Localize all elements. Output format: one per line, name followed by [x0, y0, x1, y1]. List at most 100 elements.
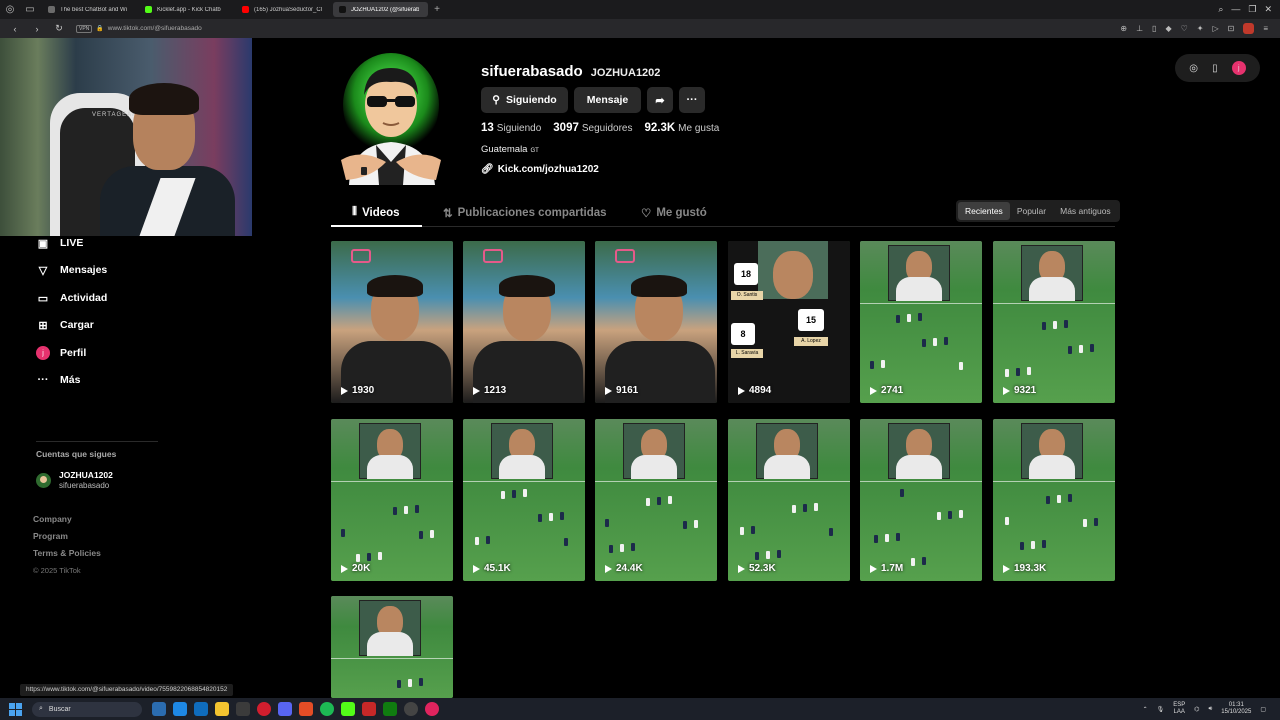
jersey-number: 15	[798, 309, 824, 331]
sidebar-item-messages[interactable]: ▽ Mensajes	[36, 263, 108, 277]
forward-icon[interactable]: ›	[30, 24, 44, 34]
taskview-icon[interactable]	[152, 702, 166, 716]
search-tabs-icon[interactable]: ⌕	[1218, 4, 1223, 15]
video-card[interactable]: 193.3K	[993, 419, 1115, 581]
sidebar-item-label: LIVE	[60, 237, 84, 249]
browser-tab[interactable]: (165) JozhuaSeductor_Cl	[236, 2, 331, 17]
opera-icon[interactable]	[257, 702, 271, 716]
chrome-icon[interactable]	[299, 702, 313, 716]
vpn-badge[interactable]: VPN	[76, 24, 93, 33]
video-card[interactable]: 52.3K	[728, 419, 850, 581]
browser-profile-icon[interactable]	[1243, 23, 1255, 34]
browser-tab[interactable]: JOZHUA1202 (@sifuerab	[333, 2, 428, 17]
video-thumbnail	[993, 419, 1115, 581]
browser-tab[interactable]: The best ChatBot and Wi	[42, 2, 137, 17]
bio-text: Guatemala	[481, 144, 528, 155]
browser-menu-icon[interactable]: ◎	[0, 0, 20, 19]
activity-icon: ▭	[37, 292, 49, 305]
tab-videos[interactable]: ⦀ Videos	[352, 206, 400, 219]
url-text[interactable]: www.tiktok.com/@sifuerabasado	[108, 25, 202, 32]
mail-icon[interactable]	[194, 702, 208, 716]
video-card[interactable]: 24.4K	[595, 419, 717, 581]
notifications-icon[interactable]: ▢	[1260, 706, 1266, 713]
wifi-icon[interactable]: ⌬	[1194, 706, 1199, 713]
new-tab-button[interactable]: +	[430, 4, 444, 15]
video-card[interactable]: 9161	[595, 241, 717, 403]
profile-actions: ⚲ Siguiendo Mensaje ➦ ···	[481, 87, 705, 113]
sidebar-divider	[36, 441, 158, 442]
spotify-icon[interactable]	[320, 702, 334, 716]
sidebar-item-activity[interactable]: ▭ Actividad	[36, 291, 107, 305]
pin-icon[interactable]: ⊥	[1136, 24, 1143, 33]
compass-icon[interactable]: ◎	[1189, 63, 1198, 74]
news-icon[interactable]	[362, 702, 376, 716]
video-card[interactable]: 1.7M	[860, 419, 982, 581]
tab-list-icon[interactable]: ▭	[20, 0, 40, 19]
device-icon[interactable]: ▯	[1212, 63, 1218, 74]
lang-top: ESP	[1173, 702, 1186, 708]
heart-icon[interactable]: ♡	[1181, 24, 1188, 33]
following-button[interactable]: ⚲ Siguiendo	[481, 87, 568, 113]
media-icon[interactable]	[425, 702, 439, 716]
mic-icon[interactable]: 🎙︎	[1157, 706, 1165, 713]
video-card[interactable]: 18 O. Santis 8 L. Saravia 15 A. Lopez 4894	[728, 241, 850, 403]
xbox-icon[interactable]	[383, 702, 397, 716]
video-card[interactable]: 45.1K	[463, 419, 585, 581]
app-icon[interactable]	[236, 702, 250, 716]
bookmark-icon[interactable]: ▯	[1152, 24, 1156, 33]
folder-icon[interactable]	[215, 702, 229, 716]
close-icon[interactable]: ✕	[1264, 4, 1272, 15]
volume-icon[interactable]: 🔊︎	[1209, 706, 1213, 713]
following-account[interactable]: JOZHUA1202 sifuerabasado	[36, 470, 113, 491]
send-icon[interactable]: ▷	[1212, 24, 1218, 33]
sidebar-item-profile[interactable]: j Perfil	[36, 346, 86, 360]
back-icon[interactable]: ‹	[8, 24, 22, 34]
footer-link-terms[interactable]: Terms & Policies	[33, 548, 101, 558]
zoom-icon[interactable]: ⊕	[1120, 24, 1127, 33]
sort-recent-button[interactable]: Recientes	[958, 202, 1010, 220]
video-card[interactable]: 2741	[860, 241, 982, 403]
reload-icon[interactable]: ↻	[52, 23, 66, 34]
clock[interactable]: 01:31 15/10/2025	[1221, 702, 1251, 716]
sort-oldest-button[interactable]: Más antiguos	[1053, 202, 1118, 220]
minimize-icon[interactable]: —	[1231, 4, 1240, 15]
profile-avatar[interactable]	[331, 50, 451, 185]
cast-icon[interactable]: ⊡	[1228, 24, 1235, 33]
tab-liked[interactable]: ♡ Me gustó	[641, 206, 707, 220]
sidebar-item-upload[interactable]: ⊞ Cargar	[36, 318, 93, 332]
more-options-icon[interactable]: ···	[679, 87, 705, 113]
sidebar-item-live[interactable]: ▣ LIVE	[36, 236, 84, 250]
stat-following[interactable]: 13 Siguiendo	[481, 122, 541, 134]
menu-icon[interactable]: ≡	[1263, 24, 1268, 33]
stat-followers[interactable]: 3097 Seguidores	[553, 122, 632, 134]
obs-icon[interactable]	[404, 702, 418, 716]
video-card[interactable]: 20K	[331, 419, 453, 581]
windows-start-icon[interactable]	[9, 702, 22, 716]
profile-link[interactable]: 🔗︎ Kick.com/jozhua1202	[481, 164, 599, 175]
url-field[interactable]: VPN 🔒 www.tiktok.com/@sifuerabasado	[76, 24, 202, 33]
language-indicator[interactable]: ESP LAA	[1173, 702, 1185, 716]
sidebar-item-more[interactable]: ··· Más	[36, 373, 81, 387]
message-button[interactable]: Mensaje	[574, 87, 641, 113]
sort-popular-button[interactable]: Popular	[1010, 202, 1053, 220]
kick-icon[interactable]	[341, 702, 355, 716]
discord-icon[interactable]	[278, 702, 292, 716]
video-card[interactable]: 9321	[993, 241, 1115, 403]
footer-link-program[interactable]: Program	[33, 531, 68, 541]
video-card[interactable]: 1930	[331, 241, 453, 403]
status-bar-url: https://www.tiktok.com/@sifuerabasado/vi…	[20, 684, 234, 696]
taskbar-search[interactable]: ⌕ Buscar	[32, 701, 142, 717]
extension-icon[interactable]: ✦	[1197, 24, 1204, 33]
profile-link-text[interactable]: Kick.com/jozhua1202	[498, 164, 599, 175]
share-icon[interactable]: ➦	[647, 87, 673, 113]
shield-icon[interactable]: ◆	[1165, 24, 1171, 33]
browser-tab[interactable]: Kicklet.app - Kick Chatb	[139, 2, 234, 17]
chevron-up-icon[interactable]: ⌃	[1143, 706, 1148, 713]
maximize-icon[interactable]: ❐	[1248, 4, 1256, 15]
video-card[interactable]: 1213	[463, 241, 585, 403]
video-card[interactable]	[331, 596, 453, 698]
tab-reposts[interactable]: ⇅ Publicaciones compartidas	[443, 206, 607, 220]
store-icon[interactable]	[173, 702, 187, 716]
footer-link-company[interactable]: Company	[33, 514, 72, 524]
user-avatar-icon[interactable]: j	[1231, 61, 1246, 75]
